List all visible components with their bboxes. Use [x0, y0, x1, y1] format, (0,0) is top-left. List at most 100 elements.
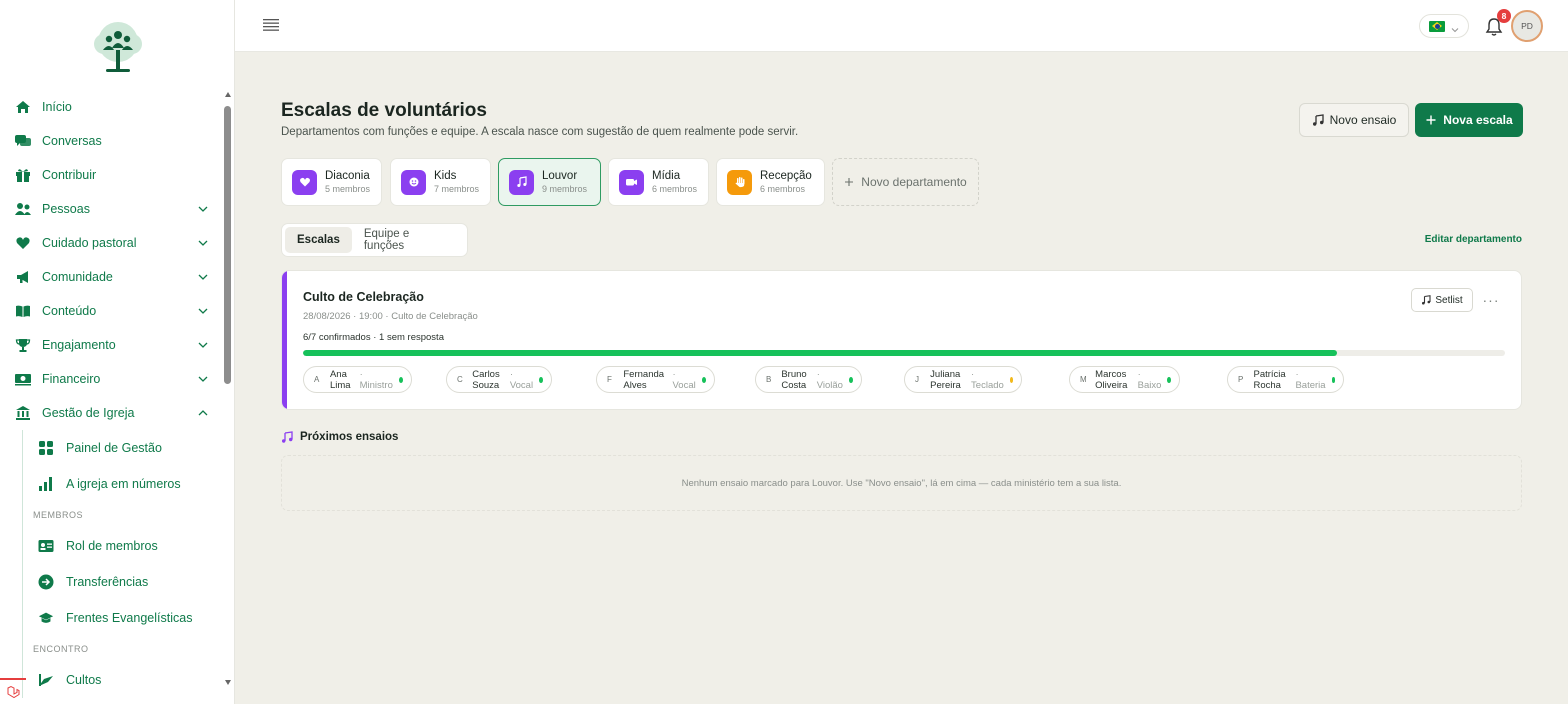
more-options-icon[interactable]: ···	[1479, 290, 1503, 310]
department-count: 5 membros	[325, 183, 371, 194]
sidebar-item-cuidado-pastoral[interactable]: Cuidado pastoral	[0, 226, 222, 260]
volunteer-chip[interactable]: J Juliana Pereira · Teclado	[904, 366, 1023, 393]
smile-icon	[401, 169, 426, 195]
plus-icon	[844, 177, 854, 187]
heart-icon	[14, 234, 32, 252]
chat-icon	[14, 132, 32, 150]
department-count: 6 membros	[760, 183, 806, 194]
sidebar-subitem-label: Rol de membros	[66, 539, 158, 553]
schedule-card[interactable]: Culto de Celebração 28/08/2026 · 19:00 ·…	[281, 270, 1522, 410]
rehearsals-heading: Próximos ensaios	[281, 431, 398, 443]
volunteer-chip[interactable]: B Bruno Costa · Violão	[755, 366, 862, 393]
sidebar-subitem-label: Painel de Gestão	[66, 441, 162, 455]
music-note-icon	[1312, 114, 1324, 126]
volunteer-chip[interactable]: F Fernanda Alves · Vocal	[596, 366, 715, 393]
scroll-up-arrow-icon[interactable]	[225, 92, 231, 97]
music-note-icon	[509, 169, 534, 195]
department-name: Diaconia	[325, 169, 370, 182]
trophy-icon	[14, 336, 32, 354]
volunteer-initial: F	[607, 375, 612, 384]
sidebar: Início Conversas Contribuir Pessoas Cuid…	[0, 0, 235, 704]
rehearsals-empty-text: Nenhum ensaio marcado para Louvor. Use "…	[681, 477, 1122, 489]
sidebar-subitem-painel-de-gestao[interactable]: Painel de Gestão	[23, 430, 222, 466]
department-card-kids[interactable]: Kids 7 membros	[390, 158, 491, 206]
setlist-button[interactable]: Setlist	[1411, 288, 1473, 312]
sidebar-item-conteudo[interactable]: Conteúdo	[0, 294, 222, 328]
sidebar-item-engajamento[interactable]: Engajamento	[0, 328, 222, 362]
topbar: 8 PD	[235, 0, 1568, 52]
sidebar-subitem-rol-de-membros[interactable]: Rol de membros	[23, 528, 222, 564]
novo-ensaio-button[interactable]: Novo ensaio	[1299, 103, 1409, 137]
sidebar-subitem-cultos[interactable]: Cultos	[23, 662, 222, 698]
page-subtitle: Departamentos com funções e equipe. A es…	[281, 126, 799, 138]
graduation-cap-icon	[38, 610, 54, 626]
department-name: Louvor	[542, 169, 578, 182]
scroll-down-arrow-icon[interactable]	[225, 680, 231, 685]
chevron-down-icon	[1451, 22, 1459, 33]
bar-chart-icon	[38, 476, 54, 492]
new-department-button[interactable]: Novo departamento	[832, 158, 979, 206]
scroll-thumb[interactable]	[224, 106, 231, 384]
sidebar-item-contribuir[interactable]: Contribuir	[0, 158, 222, 192]
language-selector[interactable]	[1419, 14, 1469, 38]
status-dot	[1009, 376, 1014, 383]
sidebar-subitem-frentes-evangelisticas[interactable]: Frentes Evangelísticas	[23, 600, 222, 636]
volunteer-initial: P	[1238, 375, 1244, 384]
chevron-down-icon[interactable]	[198, 373, 208, 383]
money-icon	[14, 370, 32, 388]
volunteer-role: · Ministro	[359, 368, 393, 391]
department-name: Mídia	[652, 169, 681, 182]
sidebar-item-financeiro[interactable]: Financeiro	[0, 362, 222, 396]
status-dot	[701, 376, 706, 383]
avatar[interactable]: PD	[1511, 10, 1543, 42]
volunteer-chip[interactable]: P Patrícia Rocha · Bateria	[1227, 366, 1345, 393]
chevron-down-icon[interactable]	[198, 237, 208, 247]
sidebar-item-label: Cuidado pastoral	[42, 236, 137, 250]
volunteer-chip[interactable]: A Ana Lima · Ministro	[303, 366, 412, 393]
tab-equipe-e-funcoes[interactable]: Equipe e funções	[352, 227, 464, 253]
sidebar-item-label: Conversas	[42, 134, 102, 148]
sidebar-subitem-igreja-em-numeros[interactable]: A igreja em números	[23, 466, 222, 502]
sidebar-item-pessoas[interactable]: Pessoas	[0, 192, 222, 226]
nova-escala-button[interactable]: Nova escala	[1415, 103, 1523, 137]
section-label-membros: MEMBROS	[33, 510, 84, 520]
department-name: Kids	[434, 169, 457, 182]
volunteer-role: · Violão	[816, 368, 843, 391]
department-card-diaconia[interactable]: Diaconia 5 membros	[281, 158, 382, 206]
department-card-recepcao[interactable]: Recepção 6 membros	[716, 158, 825, 206]
chevron-down-icon[interactable]	[198, 203, 208, 213]
sidebar-item-inicio[interactable]: Início	[0, 90, 222, 124]
setlist-label: Setlist	[1435, 294, 1463, 306]
church-logo-icon[interactable]	[92, 20, 144, 74]
sidebar-item-label: Financeiro	[42, 372, 101, 386]
sidebar-item-gestao-de-igreja[interactable]: Gestão de Igreja	[0, 396, 222, 430]
department-card-midia[interactable]: Mídia 6 membros	[608, 158, 709, 206]
rehearsals-empty-state: Nenhum ensaio marcado para Louvor. Use "…	[281, 455, 1522, 511]
video-icon	[619, 169, 644, 195]
novo-ensaio-label: Novo ensaio	[1329, 113, 1397, 127]
chevron-down-icon[interactable]	[198, 339, 208, 349]
worship-icon	[38, 672, 54, 688]
laravel-debug-icon[interactable]	[0, 678, 26, 704]
gift-icon	[14, 166, 32, 184]
megaphone-icon	[14, 268, 32, 286]
edit-department-link[interactable]: Editar departamento	[1425, 234, 1522, 245]
sidebar-item-comunidade[interactable]: Comunidade	[0, 260, 222, 294]
status-dot	[848, 376, 853, 383]
volunteer-chip[interactable]: M Marcos Oliveira · Baixo	[1069, 366, 1180, 393]
menu-icon[interactable]	[263, 18, 279, 32]
department-card-louvor[interactable]: Louvor 9 membros	[498, 158, 601, 206]
chevron-down-icon[interactable]	[198, 271, 208, 281]
tab-escalas[interactable]: Escalas	[285, 227, 352, 253]
chevron-up-icon[interactable]	[198, 407, 208, 417]
chevron-down-icon[interactable]	[198, 305, 208, 315]
music-note-icon	[1421, 295, 1431, 305]
sidebar-subitem-label: Transferências	[66, 575, 149, 589]
home-icon	[14, 98, 32, 116]
sidebar-item-label: Conteúdo	[42, 304, 97, 318]
sidebar-scrollbar[interactable]	[222, 92, 234, 692]
volunteer-chip[interactable]: C Carlos Souza · Vocal	[446, 366, 552, 393]
volunteer-name: Fernanda Alves	[623, 368, 665, 391]
sidebar-subitem-transferencias[interactable]: Transferências	[23, 564, 222, 600]
sidebar-item-conversas[interactable]: Conversas	[0, 124, 222, 158]
